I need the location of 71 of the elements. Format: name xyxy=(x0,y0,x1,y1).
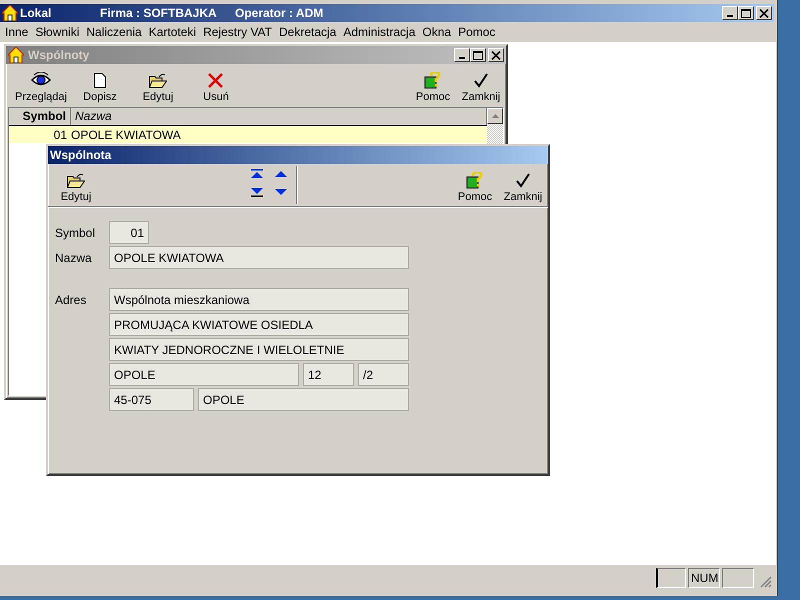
check-icon xyxy=(474,72,488,88)
help-button[interactable]: Pomoc xyxy=(452,167,498,205)
edit-button[interactable]: Edytuj xyxy=(130,67,186,105)
name-field[interactable]: OPOLE KWIATOWA xyxy=(109,246,409,269)
flat-number-field[interactable]: /2 xyxy=(358,363,409,386)
close-icon xyxy=(491,50,501,60)
menu-item[interactable]: Słowniki xyxy=(32,25,82,39)
close-button[interactable] xyxy=(488,48,504,62)
minimize-button[interactable] xyxy=(722,6,738,20)
add-button[interactable]: Dopisz xyxy=(72,67,128,105)
post-office-field[interactable]: OPOLE xyxy=(198,388,409,411)
eye-icon xyxy=(30,72,51,88)
menu-item[interactable]: Naliczenia xyxy=(83,25,145,39)
page-icon xyxy=(94,72,106,88)
edit-button[interactable]: Edytuj xyxy=(54,167,98,205)
skip-to-bottom-icon[interactable] xyxy=(250,186,264,198)
menu-item[interactable]: Okna xyxy=(419,25,454,39)
delete-button[interactable]: Usuń xyxy=(188,67,244,105)
help-book-icon xyxy=(466,172,484,188)
table-cell: OPOLE KWIATOWA xyxy=(71,128,181,142)
check-icon xyxy=(516,172,530,188)
menu-item[interactable]: Administracja xyxy=(340,25,418,39)
menu-item[interactable]: Dekretacja xyxy=(276,25,340,39)
maximize-icon xyxy=(741,8,751,18)
status-panel xyxy=(722,568,754,588)
help-book-icon xyxy=(424,72,442,88)
view-button[interactable]: Przeglądaj xyxy=(12,67,70,105)
address-field[interactable]: Wspólnota mieszkaniowa xyxy=(109,288,409,311)
column-header[interactable]: Symbol xyxy=(9,108,71,125)
postal-code-field[interactable]: 45-075 xyxy=(109,388,194,411)
window-title: Lokal xyxy=(20,6,52,20)
folder-icon xyxy=(148,72,167,88)
close-icon xyxy=(759,8,769,18)
resize-grip-icon[interactable] xyxy=(760,576,772,588)
num-lock-indicator: NUM xyxy=(688,568,720,588)
field-label: Nazwa xyxy=(55,250,93,264)
house-number-field[interactable]: 12 xyxy=(303,363,354,386)
house-icon xyxy=(8,47,24,63)
menu-item[interactable]: Kartoteki xyxy=(146,25,200,39)
minimize-icon xyxy=(459,57,465,59)
table-row[interactable]: 01 OPOLE KWIATOWA xyxy=(9,126,487,143)
cross-icon xyxy=(208,72,224,88)
close-button[interactable] xyxy=(756,6,772,20)
address-field[interactable]: PROMUJĄCA KWIATOWE OSIEDLA xyxy=(109,313,409,336)
menu-item[interactable]: Inne xyxy=(2,25,32,39)
menu-item[interactable]: Pomoc xyxy=(455,25,498,39)
house-icon xyxy=(2,5,18,21)
operator-label: Operator : ADM xyxy=(235,6,324,20)
menu-item[interactable]: Rejestry VAT xyxy=(200,25,275,39)
maximize-icon xyxy=(473,50,483,60)
status-panel xyxy=(656,568,686,588)
company-label: Firma : SOFTBAJKA xyxy=(100,6,218,20)
symbol-field[interactable]: 01 xyxy=(109,221,149,244)
minimize-button[interactable] xyxy=(454,48,470,62)
minimize-icon xyxy=(727,15,733,17)
maximize-button[interactable] xyxy=(738,6,754,20)
folder-icon xyxy=(67,172,85,188)
scroll-up-button[interactable] xyxy=(487,108,503,124)
address-field[interactable]: KWIATY JEDNOROCZNE I WIELOLETNIE xyxy=(109,338,409,361)
window-title: Wspólnota xyxy=(50,148,112,162)
skip-to-top-icon[interactable] xyxy=(250,168,264,180)
up-arrow-icon xyxy=(492,114,498,118)
city-field[interactable]: OPOLE xyxy=(109,363,299,386)
close-window-button[interactable]: Zamknij xyxy=(500,167,546,205)
maximize-button[interactable] xyxy=(470,48,486,62)
window-title: Wspólnoty xyxy=(28,48,90,62)
table-cell-text: 01 xyxy=(52,128,68,142)
field-label: Symbol xyxy=(55,226,96,240)
help-button[interactable]: Pomoc xyxy=(410,67,456,105)
field-label: Adres xyxy=(55,292,88,306)
close-window-button[interactable]: Zamknij xyxy=(458,67,504,105)
